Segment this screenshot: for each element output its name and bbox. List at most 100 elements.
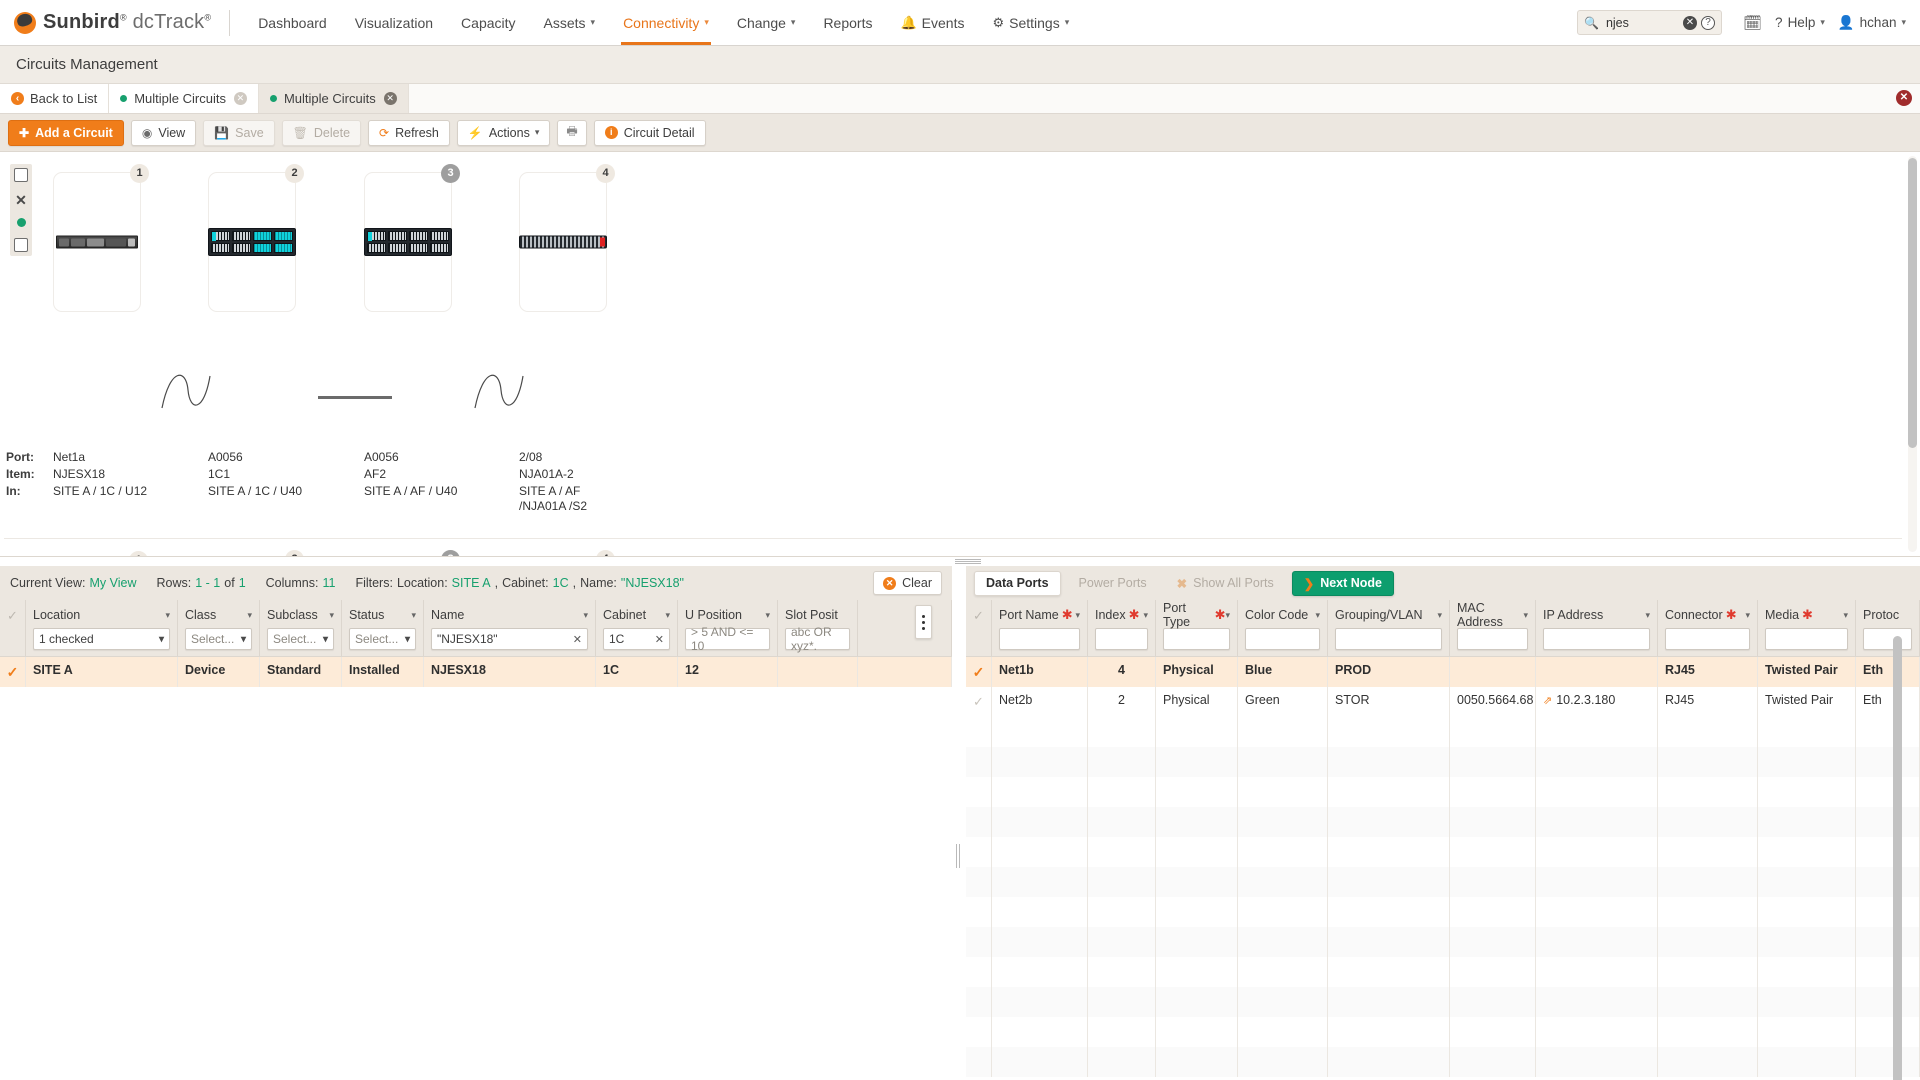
- external-link-icon[interactable]: ⇗: [1543, 695, 1552, 707]
- circuit-1-checkbox[interactable]: [14, 238, 28, 252]
- next-node-button[interactable]: ❯ Next Node: [1291, 570, 1395, 596]
- chevron-down-icon[interactable]: ▾: [1315, 610, 1320, 621]
- chevron-down-icon[interactable]: ▾: [247, 610, 252, 621]
- column-header-status[interactable]: Status ▾ Select... ▾: [342, 600, 424, 656]
- nav-item-capacity[interactable]: Capacity: [447, 0, 529, 45]
- refresh-button[interactable]: ⟳ Refresh: [368, 119, 450, 146]
- column-header-mac-address[interactable]: MAC Address ▾: [1450, 600, 1536, 656]
- column-header-cabinet[interactable]: Cabinet ▾ 1C ✕: [596, 600, 678, 656]
- circuit-1-remove-icon[interactable]: ✕: [15, 193, 27, 207]
- vertical-splitter[interactable]: [952, 566, 966, 1080]
- column-header-subclass[interactable]: Subclass ▾ Select... ▾: [260, 600, 342, 656]
- chevron-down-icon[interactable]: ▾: [329, 610, 334, 621]
- chevron-down-icon[interactable]: ▾: [583, 610, 588, 621]
- diagram-node-1-3[interactable]: 3: [364, 164, 460, 312]
- column-header-port-type[interactable]: Port Type ✱ ▾: [1156, 600, 1238, 656]
- calendar-button[interactable]: 🗓: [1743, 14, 1762, 32]
- table-row-empty[interactable]: [966, 867, 1920, 897]
- chevron-down-icon[interactable]: ▾: [1745, 610, 1750, 621]
- clear-icon[interactable]: ✕: [573, 633, 582, 646]
- row-select-checkbox[interactable]: [966, 957, 992, 987]
- table-row-empty[interactable]: [966, 717, 1920, 747]
- nav-item-assets[interactable]: Assets ▾: [530, 0, 610, 45]
- filter-u-position-input[interactable]: > 5 AND <= 10: [685, 625, 770, 653]
- ports-grid-vertical-scrollbar[interactable]: [1893, 636, 1902, 1080]
- search-input[interactable]: [1603, 14, 1679, 31]
- filter-location-select[interactable]: 1 checked ▾: [33, 628, 170, 650]
- filter-ip-address-input[interactable]: [1543, 628, 1650, 650]
- actions-button[interactable]: ⚡ Actions ▾: [456, 119, 551, 146]
- column-header-slot-position[interactable]: Slot Posit abc OR xyz*.: [778, 600, 858, 656]
- row-select-checkbox[interactable]: [966, 837, 992, 867]
- row-select-checkbox[interactable]: [966, 897, 992, 927]
- nav-item-connectivity[interactable]: Connectivity ▾: [609, 0, 723, 45]
- scrollbar-thumb[interactable]: [1893, 636, 1902, 1080]
- chevron-down-icon[interactable]: ▾: [165, 610, 170, 621]
- table-row-empty[interactable]: [966, 777, 1920, 807]
- column-header-grouping-vlan[interactable]: Grouping/VLAN ▾: [1328, 600, 1450, 656]
- table-row-empty[interactable]: [966, 987, 1920, 1017]
- row-select-checkbox[interactable]: ✓: [966, 657, 992, 687]
- tab-power-ports[interactable]: Power Ports: [1067, 571, 1159, 596]
- tab-data-ports[interactable]: Data Ports: [974, 570, 1061, 596]
- row-select-checkbox[interactable]: [966, 747, 992, 777]
- column-header-protocol[interactable]: Protoc: [1856, 600, 1920, 656]
- table-row-empty[interactable]: [966, 897, 1920, 927]
- help-menu[interactable]: ? Help ▾: [1775, 15, 1825, 30]
- tab-multiple-circuits-1[interactable]: Multiple Circuits ✕: [109, 84, 259, 113]
- row-select-checkbox[interactable]: [966, 777, 992, 807]
- column-header-connector[interactable]: Connector ✱ ▾: [1658, 600, 1758, 656]
- table-row[interactable]: ✓ Net1b 4 Physical Blue PROD RJ45 Twiste…: [966, 657, 1920, 687]
- back-to-list-tab[interactable]: ‹ Back to List: [0, 84, 110, 113]
- filter-index-input[interactable]: [1095, 628, 1148, 650]
- chevron-down-icon[interactable]: ▾: [1843, 610, 1848, 621]
- filter-port-name-input[interactable]: [999, 628, 1080, 650]
- nav-item-dashboard[interactable]: Dashboard: [244, 0, 341, 45]
- nav-item-reports[interactable]: Reports: [809, 0, 886, 45]
- horizontal-splitter[interactable]: [0, 557, 1920, 566]
- row-select-checkbox[interactable]: ✓: [0, 657, 26, 687]
- table-row-empty[interactable]: [966, 1017, 1920, 1047]
- circuit-1-select-all-checkbox[interactable]: [14, 168, 28, 182]
- chevron-down-icon[interactable]: ▾: [1225, 610, 1230, 621]
- filter-grouping-vlan-input[interactable]: [1335, 628, 1442, 650]
- clear-icon[interactable]: ✕: [655, 633, 664, 646]
- chevron-down-icon[interactable]: ▾: [1075, 610, 1080, 621]
- filter-name-input[interactable]: "NJESX18" ✕: [431, 628, 588, 650]
- chevron-down-icon[interactable]: ▾: [1523, 610, 1528, 621]
- clear-filters-button[interactable]: ✕ Clear: [873, 571, 942, 595]
- row-select-checkbox[interactable]: [966, 1017, 992, 1047]
- chevron-down-icon[interactable]: ▾: [1143, 610, 1148, 621]
- filter-color-code-input[interactable]: [1245, 628, 1320, 650]
- filter-media-input[interactable]: [1765, 628, 1848, 650]
- assets-select-all-header[interactable]: ✓: [0, 600, 26, 656]
- nav-item-change[interactable]: Change ▾: [723, 0, 810, 45]
- row-select-checkbox[interactable]: [966, 867, 992, 897]
- table-row-empty[interactable]: [966, 1047, 1920, 1077]
- column-header-media[interactable]: Media ✱ ▾: [1758, 600, 1856, 656]
- table-row[interactable]: ✓ Net2b 2 Physical Green STOR 0050.5664.…: [966, 687, 1920, 717]
- table-row[interactable]: ✓ SITE A Device Standard Installed NJESX…: [0, 657, 952, 687]
- filter-slot-position-input[interactable]: abc OR xyz*.: [785, 625, 850, 653]
- column-header-color-code[interactable]: Color Code ▾: [1238, 600, 1328, 656]
- filter-cabinet-input[interactable]: 1C ✕: [603, 628, 670, 650]
- filter-connector-input[interactable]: [1665, 628, 1750, 650]
- column-header-class[interactable]: Class ▾ Select... ▾: [178, 600, 260, 656]
- show-all-ports-button[interactable]: ✖ Show All Ports: [1165, 571, 1286, 596]
- diagram-node-1-2[interactable]: 2: [208, 164, 304, 312]
- clear-search-icon[interactable]: ✕: [1683, 15, 1697, 30]
- brand-logo[interactable]: Sunbird® dcTrack®: [0, 0, 229, 45]
- row-select-checkbox[interactable]: [966, 1047, 992, 1077]
- user-menu[interactable]: 👤 hchan ▾: [1838, 15, 1906, 31]
- chevron-down-icon[interactable]: ▾: [1437, 610, 1442, 621]
- column-header-name[interactable]: Name ▾ "NJESX18" ✕: [424, 600, 596, 656]
- filter-protocol-input[interactable]: [1863, 628, 1912, 650]
- nav-item-events[interactable]: 🔔 Events: [886, 0, 978, 45]
- diagram-vertical-scrollbar[interactable]: [1908, 156, 1917, 552]
- filter-port-type-input[interactable]: [1163, 628, 1230, 650]
- column-header-location[interactable]: Location ▾ 1 checked ▾: [26, 600, 178, 656]
- view-button[interactable]: ◉ View: [130, 119, 197, 146]
- row-select-checkbox[interactable]: ✓: [966, 687, 992, 717]
- tab-multiple-circuits-2[interactable]: Multiple Circuits ✕: [258, 84, 409, 113]
- chevron-down-icon[interactable]: ▾: [665, 610, 670, 621]
